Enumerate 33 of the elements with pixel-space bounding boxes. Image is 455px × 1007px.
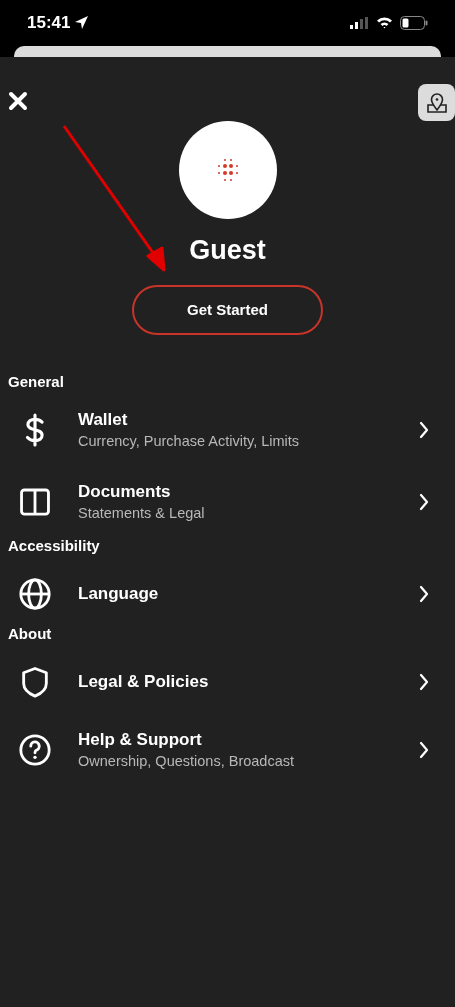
chevron-right-icon (419, 741, 429, 759)
menu-item[interactable]: Language (0, 564, 455, 624)
map-pin-icon (424, 90, 449, 115)
user-name: Guest (189, 234, 266, 267)
chevron-right-icon (419, 421, 429, 439)
close-icon[interactable] (8, 91, 28, 111)
status-time: 15:41 (27, 11, 71, 34)
menu-item[interactable]: Wallet Currency, Purchase Activity, Limits (0, 396, 455, 464)
item-title: Language (78, 583, 159, 605)
item-subtitle: Ownership, Questions, Broadcast (78, 752, 294, 771)
item-title: Documents (78, 481, 171, 503)
help-icon (18, 733, 52, 767)
globe-icon (18, 577, 52, 611)
signal-icon (350, 16, 369, 29)
section-heading: General (7, 372, 65, 392)
wifi-icon (376, 16, 393, 29)
menu-item[interactable]: Help & Support Ownership, Questions, Broadcast (0, 716, 455, 784)
get-started-button[interactable]: Get Started (132, 285, 323, 335)
menu-item[interactable]: Legal & Policies (0, 652, 455, 712)
menu-item[interactable]: Documents Statements & Legal (0, 468, 455, 536)
chevron-right-icon (419, 585, 429, 603)
section-heading: Accessibility (7, 536, 101, 556)
item-title: Help & Support (78, 729, 202, 751)
item-title: Wallet (78, 409, 128, 431)
chevron-right-icon (419, 493, 429, 511)
chevron-right-icon (419, 673, 429, 691)
location-arrow-icon (74, 15, 90, 30)
item-subtitle: Statements & Legal (78, 504, 205, 523)
map-pin-button[interactable] (418, 84, 455, 121)
battery-icon (400, 15, 428, 30)
item-subtitle: Currency, Purchase Activity, Limits (78, 432, 300, 451)
section-heading: About (7, 624, 53, 644)
item-title: Legal & Policies (78, 671, 209, 693)
